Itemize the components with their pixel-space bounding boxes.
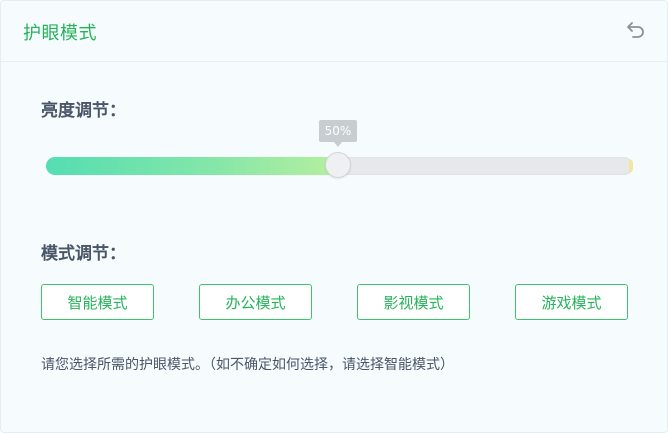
office-mode-button[interactable]: 办公模式 (199, 284, 312, 320)
brightness-slider[interactable]: 50% (46, 120, 633, 178)
mode-label: 模式调节： (41, 244, 126, 264)
slider-track-end (629, 159, 633, 173)
panel-header: 护眼模式 (1, 1, 667, 62)
brightness-label: 亮度调节： (41, 101, 126, 121)
eye-protection-panel: 护眼模式 亮度调节： 50% 模式调节： 智能模式 办公模式 影视模式 游戏模式… (0, 0, 668, 433)
slider-fill (46, 157, 340, 175)
game-mode-button[interactable]: 游戏模式 (515, 284, 628, 320)
slider-value-tooltip: 50% (319, 120, 357, 147)
hint-text: 请您选择所需的护眼模式。（如不确定如何选择，请选择智能模式） (41, 357, 454, 373)
panel-title: 护眼模式 (23, 23, 97, 44)
smart-mode-button[interactable]: 智能模式 (41, 284, 154, 320)
mode-button-group: 智能模式 办公模式 影视模式 游戏模式 (41, 284, 629, 322)
video-mode-button[interactable]: 影视模式 (357, 284, 470, 320)
undo-arrow-icon[interactable] (625, 19, 647, 41)
slider-thumb[interactable] (325, 152, 351, 178)
